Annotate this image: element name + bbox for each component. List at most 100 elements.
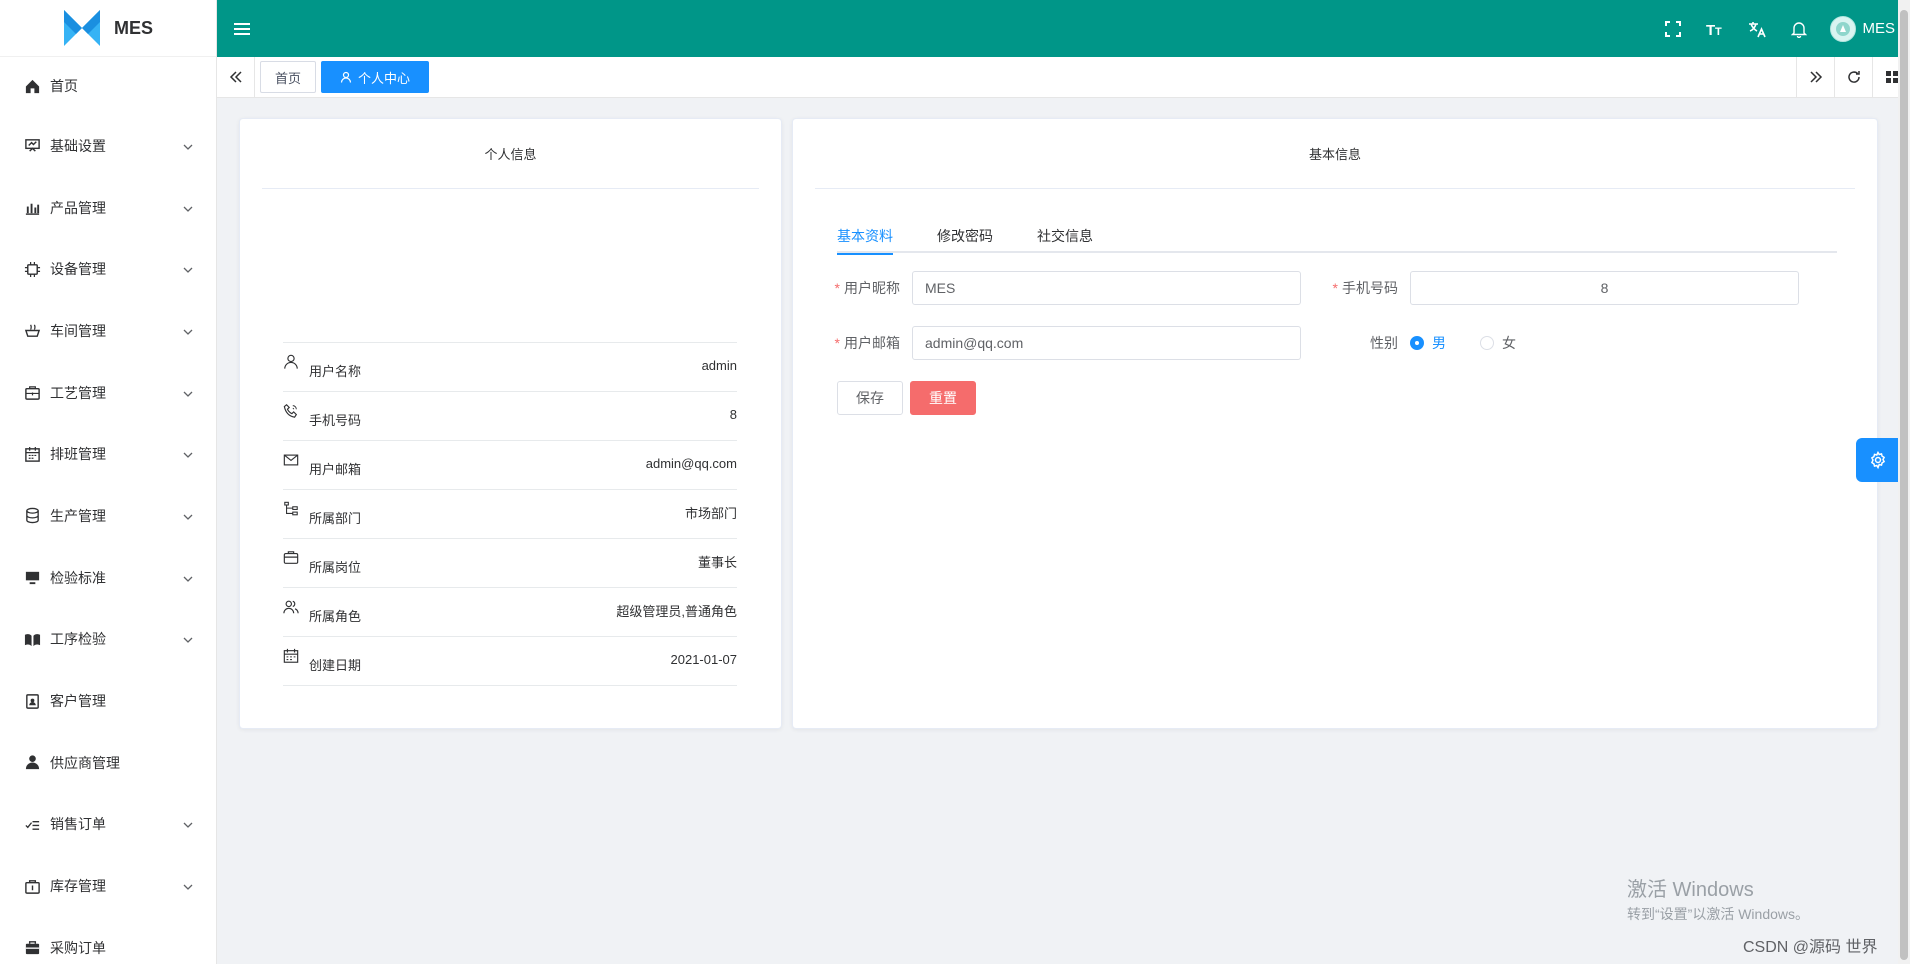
- settings-button[interactable]: [1856, 438, 1900, 482]
- sidebar-item[interactable]: 检验标准: [0, 547, 216, 609]
- profile-info-label: 用户邮箱: [309, 461, 362, 477]
- gender-label: 性别: [1370, 335, 1398, 351]
- sidebar-item-label: 车间管理: [50, 322, 106, 339]
- user-menu[interactable]: MES: [1830, 15, 1895, 42]
- sidebar: MES 首页基础设置 产品管理设备管理车间管理工艺管理排班管理生产管理检验标准工序…: [0, 0, 217, 964]
- sidebar-item-label: 生产管理: [50, 507, 106, 524]
- nickname-row: * 用户昵称 MES: [822, 271, 1301, 305]
- profile-info-label: 所属部门: [309, 510, 362, 526]
- email-input[interactable]: admin@qq.com: [912, 326, 1301, 360]
- scrollbar-thumb[interactable]: [1900, 10, 1908, 960]
- reset-button[interactable]: 重置: [910, 381, 976, 415]
- tag-profile-label: 个人中心: [358, 70, 411, 86]
- tab-social-info[interactable]: 社交信息: [1037, 219, 1093, 253]
- peoples-icon: [283, 599, 301, 617]
- tag-profile[interactable]: 个人中心: [321, 61, 430, 93]
- font-size-button[interactable]: TT: [1694, 0, 1736, 57]
- briefcase-icon: [22, 383, 42, 403]
- tag-home[interactable]: 首页: [260, 61, 317, 93]
- user-icon: [340, 71, 352, 83]
- home-icon: [22, 76, 42, 96]
- sidebar-item-label: 库存管理: [50, 878, 106, 895]
- sidebar-item[interactable]: 库存管理: [0, 855, 216, 917]
- sidebar-item[interactable]: 车间管理: [0, 300, 216, 362]
- gender-female-radio[interactable]: 女: [1480, 333, 1516, 353]
- chevron-down-icon: [182, 880, 194, 892]
- fullscreen-icon: [1665, 20, 1682, 37]
- profile-info-label: 手机号码: [309, 412, 362, 428]
- windows-activation-watermark: 激活 Windows 转到“设置”以激活 Windows。: [1627, 873, 1809, 924]
- avatar: [1830, 15, 1857, 42]
- sidebar-item-label: 客户管理: [50, 693, 106, 710]
- profile-info-row: 创建日期 2021-01-07: [283, 637, 737, 686]
- fullscreen-button[interactable]: [1652, 0, 1694, 57]
- top-header: TT MES: [217, 0, 1910, 57]
- profile-info-row: 用户邮箱 admin@qq.com: [283, 441, 737, 490]
- sidebar-item-label: 采购订单: [50, 939, 106, 956]
- phone-input[interactable]: 8: [1410, 271, 1799, 305]
- bell-icon: [1791, 21, 1808, 38]
- profile-info-row: 所属角色 超级管理员,普通角色: [283, 588, 737, 637]
- suitcase-icon: [22, 938, 42, 958]
- sidebar-item[interactable]: 首页: [0, 57, 216, 115]
- chevron-down-icon: [182, 633, 194, 645]
- phone-row: * 手机号码 8: [1320, 271, 1799, 305]
- sidebar-item-label: 首页: [50, 78, 78, 94]
- user-icon: [22, 753, 42, 773]
- database-icon: [22, 506, 42, 526]
- sidebar-item[interactable]: 工序检验: [0, 609, 216, 671]
- sidebar-item[interactable]: 工艺管理: [0, 362, 216, 424]
- box-icon: [22, 876, 42, 896]
- watermark-title: 激活 Windows: [1627, 879, 1754, 901]
- profile-info-value: 董事长: [697, 554, 737, 570]
- svg-text:T: T: [1706, 22, 1715, 37]
- chevron-down-icon: [182, 263, 194, 275]
- scroll-right-button[interactable]: [1796, 56, 1834, 98]
- email-row: * 用户邮箱 admin@qq.com: [822, 326, 1301, 360]
- radio-dot: [1410, 336, 1424, 350]
- logo-icon: [64, 10, 100, 46]
- contact-card-icon: [22, 691, 42, 711]
- sidebar-item[interactable]: 生产管理: [0, 485, 216, 547]
- sidebar-item-label: 排班管理: [50, 446, 106, 463]
- sidebar-item[interactable]: 采购订单: [0, 917, 216, 964]
- sidebar-item[interactable]: 客户管理: [0, 670, 216, 732]
- profile-info-value: admin: [701, 357, 737, 373]
- hamburger-button[interactable]: [217, 0, 267, 57]
- language-button[interactable]: [1736, 0, 1778, 57]
- sidebar-item[interactable]: 供应商管理: [0, 732, 216, 794]
- sidebar-item[interactable]: 基础设置: [0, 115, 216, 177]
- chevron-down-icon: [182, 202, 194, 214]
- profile-info-row: 用户名称 admin: [283, 343, 737, 392]
- sidebar-item-label: 供应商管理: [50, 754, 120, 771]
- refresh-button[interactable]: [1834, 56, 1872, 98]
- sidebar-item-label: 工序检验: [50, 631, 106, 648]
- profile-info-label: 用户名称: [309, 363, 362, 379]
- sidebar-item[interactable]: 设备管理: [0, 238, 216, 300]
- sidebar-item-label: 工艺管理: [50, 384, 106, 401]
- sidebar-item[interactable]: 排班管理: [0, 423, 216, 485]
- save-button[interactable]: 保存: [837, 381, 903, 415]
- chevron-down-icon: [182, 140, 194, 152]
- sidebar-item[interactable]: 产品管理: [0, 177, 216, 239]
- monitor-icon: [22, 568, 42, 588]
- nickname-label: * 用户昵称: [834, 280, 900, 296]
- notification-button[interactable]: [1778, 0, 1820, 57]
- gender-male-radio[interactable]: 男: [1410, 333, 1446, 353]
- form-actions: 保存 重置: [837, 381, 976, 415]
- sidebar-item[interactable]: 销售订单: [0, 794, 216, 856]
- scroll-left-button[interactable]: [217, 56, 255, 98]
- date-icon: [283, 648, 301, 666]
- profile-card-title: 个人信息: [262, 119, 759, 189]
- email-label: * 用户邮箱: [834, 335, 900, 351]
- tab-change-password[interactable]: 修改密码: [937, 219, 993, 253]
- sidebar-item-label: 设备管理: [50, 261, 106, 278]
- tab-basic-profile[interactable]: 基本资料: [837, 219, 893, 255]
- logo-area[interactable]: MES: [0, 0, 216, 57]
- app-name: MES: [114, 17, 154, 38]
- profile-info-label: 创建日期: [309, 657, 362, 673]
- nickname-input[interactable]: MES: [912, 271, 1301, 305]
- check-list-icon: [22, 814, 42, 834]
- chip-icon: [22, 259, 42, 279]
- profile-info-label: 所属角色: [309, 608, 362, 624]
